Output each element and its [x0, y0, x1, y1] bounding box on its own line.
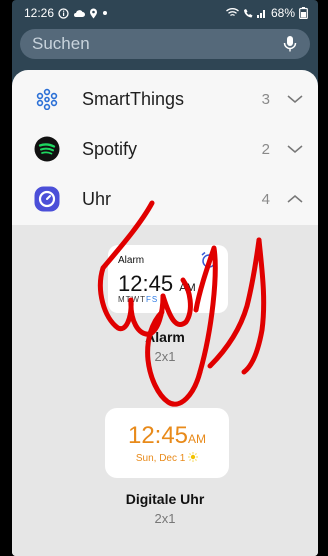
alarm-widget-name: Alarm	[145, 329, 185, 345]
digital-clock-time-group: 12:45AM	[105, 422, 229, 450]
call-icon	[243, 9, 253, 18]
search-bar[interactable]: Suchen	[20, 29, 310, 59]
alarm-days-weekend: FS	[146, 295, 159, 304]
app-row-smartthings[interactable]: SmartThings 3	[12, 74, 318, 124]
screen: 12:26 68% Suchen SmartThings 3 Spotify 2…	[12, 0, 318, 556]
app-count-spotify: 2	[261, 140, 270, 158]
app-row-uhr[interactable]: Uhr 4	[12, 174, 318, 224]
alarm-widget-size: 2x1	[154, 349, 176, 364]
battery-percent: 68%	[270, 6, 295, 20]
status-left: 12:26	[24, 6, 108, 20]
search-input[interactable]: Suchen	[32, 34, 90, 54]
clock-app-icon	[34, 186, 60, 212]
digital-clock-date-group: Sun, Dec 1	[105, 452, 229, 464]
sun-icon	[188, 452, 198, 462]
dot-icon	[103, 11, 108, 15]
info-icon	[58, 7, 69, 19]
app-name-uhr: Uhr	[82, 188, 112, 209]
chevron-down-icon[interactable]	[286, 140, 304, 158]
status-right: 68%	[226, 6, 308, 20]
app-count-uhr: 4	[261, 190, 270, 208]
cloud-icon	[74, 9, 86, 17]
widget-panel: SmartThings 3 Spotify 2 Uhr 4 Alarm 12:4…	[12, 70, 318, 556]
alarm-preview-ampm: AM	[179, 282, 196, 294]
app-row-spotify[interactable]: Spotify 2	[12, 124, 318, 174]
app-name-smartthings: SmartThings	[82, 88, 185, 109]
digital-clock-widget-name: Digitale Uhr	[125, 491, 205, 507]
digital-clock-time: 12:45	[127, 422, 189, 449]
alarm-days-weekdays: MTWT	[118, 295, 146, 304]
location-icon	[90, 8, 98, 18]
wifi-icon	[226, 8, 239, 17]
chevron-up-icon[interactable]	[286, 190, 304, 208]
widget-list: Alarm 12:45 AM MTWTFS Alarm 2x1 12:45AM	[12, 225, 318, 556]
alarm-preview-time: 12:45	[118, 271, 174, 296]
chevron-down-icon[interactable]	[286, 90, 304, 108]
digital-clock-ampm: AM	[188, 432, 207, 446]
spotify-icon	[34, 136, 60, 162]
digital-clock-date: Sun, Dec 1	[135, 453, 186, 464]
alarm-preview-days: MTWTFS	[118, 295, 158, 304]
status-time: 12:26	[24, 6, 55, 20]
microphone-icon[interactable]	[282, 35, 298, 53]
app-count-smartthings: 3	[261, 90, 270, 108]
signal-icon	[256, 10, 265, 18]
battery-icon	[299, 7, 308, 19]
status-bar: 12:26 68%	[12, 0, 318, 26]
alarm-preview-title: Alarm	[118, 255, 145, 266]
digital-clock-widget-preview[interactable]: 12:45AM Sun, Dec 1	[105, 408, 229, 478]
alarm-preview-time-group: 12:45 AM	[118, 271, 196, 297]
digital-clock-widget-size: 2x1	[154, 511, 176, 526]
smartthings-icon	[34, 86, 60, 112]
alarm-widget-preview[interactable]: Alarm 12:45 AM MTWTFS	[108, 245, 228, 313]
alarm-clock-icon	[201, 251, 217, 268]
app-name-spotify: Spotify	[82, 138, 138, 159]
